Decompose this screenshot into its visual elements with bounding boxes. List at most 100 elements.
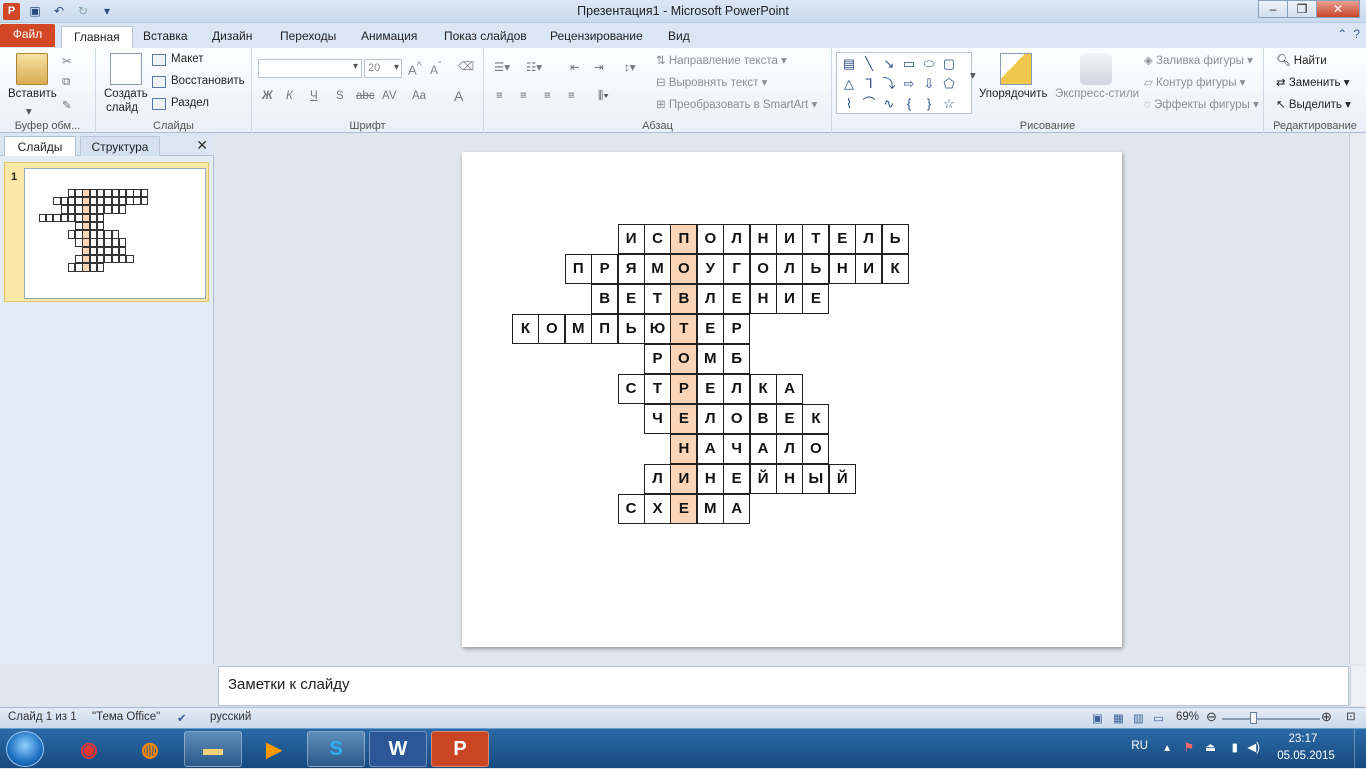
- quick-styles-button[interactable]: Экспресс-стили: [1055, 88, 1139, 100]
- language-indicator[interactable]: RU: [1131, 740, 1148, 752]
- justify-icon[interactable]: ≡: [568, 90, 575, 102]
- action-center-icon[interactable]: ⚑: [1184, 740, 1194, 754]
- rounded-rect-shape-icon[interactable]: ▢: [939, 54, 959, 74]
- zoom-in-icon[interactable]: ⊕: [1321, 709, 1332, 725]
- firefox-icon[interactable]: ◍: [121, 731, 179, 767]
- curve-shape-icon[interactable]: ⌒: [859, 94, 879, 114]
- collapse-ribbon-icon[interactable]: ⌃: [1337, 27, 1347, 41]
- bold-button[interactable]: Ж: [262, 90, 273, 102]
- new-slide-icon[interactable]: [110, 53, 142, 85]
- tab-view[interactable]: Вид: [656, 26, 702, 48]
- slide-sorter-icon[interactable]: ▦: [1113, 711, 1124, 725]
- slide-canvas[interactable]: ИСПОЛНИТЕЛЬПРЯМОУГОЛЬНИКВЕТВЛЕНИЕКОМПЬЮТ…: [462, 152, 1122, 647]
- right-brace-shape-icon[interactable]: }: [919, 94, 939, 114]
- skype-icon[interactable]: S: [307, 731, 365, 767]
- paste-dropdown-icon[interactable]: ▾: [26, 104, 32, 118]
- tab-file[interactable]: Файл: [0, 24, 55, 47]
- right-arrow-shape-icon[interactable]: ⇨: [899, 74, 919, 94]
- minimize-icon[interactable]: –: [1258, 0, 1288, 18]
- tab-design[interactable]: Дизайн: [200, 26, 264, 48]
- normal-view-icon[interactable]: ▣: [1092, 711, 1103, 725]
- numbering-icon[interactable]: ☷▾: [526, 60, 542, 74]
- elbow-arrow-icon[interactable]: ⤵: [879, 74, 899, 94]
- text-direction-button[interactable]: ⇅ Направление текста ▾: [656, 53, 787, 67]
- rectangle-shape-icon[interactable]: ▭: [899, 54, 919, 74]
- star-shape-icon[interactable]: ☆: [939, 94, 959, 114]
- zoom-slider[interactable]: [1222, 718, 1320, 720]
- replace-button[interactable]: ⇄ Заменить ▾: [1276, 75, 1350, 89]
- notes-pane[interactable]: Заметки к слайду: [218, 666, 1349, 706]
- usb-icon[interactable]: ⏏: [1205, 740, 1216, 754]
- new-slide-label[interactable]: Создать: [104, 88, 148, 100]
- shapes-more-icon[interactable]: ▾: [970, 68, 976, 82]
- tab-slides[interactable]: Слайды: [4, 136, 76, 156]
- line-spacing-icon[interactable]: ↕▾: [624, 60, 636, 74]
- reading-view-icon[interactable]: ▥: [1133, 711, 1144, 725]
- align-center-icon[interactable]: ≡: [520, 90, 527, 102]
- volume-icon[interactable]: ◀): [1247, 740, 1260, 754]
- language[interactable]: русский: [210, 711, 251, 723]
- align-left-icon[interactable]: ≡: [496, 90, 503, 102]
- help-icon[interactable]: ?: [1353, 27, 1360, 41]
- theme-name[interactable]: "Тема Office": [92, 711, 160, 723]
- strikethrough-button[interactable]: abc: [356, 90, 375, 102]
- decrease-indent-icon[interactable]: ⇤: [570, 60, 580, 74]
- close-icon[interactable]: ✕: [1316, 0, 1360, 18]
- tab-transitions[interactable]: Переходы: [268, 26, 348, 48]
- font-size-select[interactable]: 20 ▾: [364, 59, 402, 78]
- select-button[interactable]: ↖ Выделить ▾: [1276, 97, 1351, 111]
- bullets-icon[interactable]: ☰▾: [494, 60, 510, 74]
- shapes-gallery[interactable]: ▤ ╲ ↘ ▭ ⬭ ▢ △ ⅂ ⤵ ⇨ ⇩ ⬠ ⌇ ⌒ ∿ { } ☆: [836, 52, 972, 114]
- down-arrow-shape-icon[interactable]: ⇩: [919, 74, 939, 94]
- new-slide-label-2[interactable]: слайд: [106, 102, 138, 114]
- grow-font-icon[interactable]: A^: [408, 60, 422, 77]
- zoom-level[interactable]: 69%: [1176, 711, 1199, 723]
- oval-shape-icon[interactable]: ⬭: [919, 54, 939, 74]
- align-text-button[interactable]: ⊟ Выровнять текст ▾: [656, 75, 767, 89]
- clock-time[interactable]: 23:17: [1280, 733, 1326, 745]
- slide-thumbnail[interactable]: [24, 168, 206, 299]
- vertical-scrollbar[interactable]: [1349, 134, 1366, 664]
- find-button[interactable]: 🔍︎ Найти: [1276, 53, 1327, 67]
- font-family-select[interactable]: ▾: [258, 59, 362, 78]
- format-painter-icon[interactable]: ✎: [62, 98, 72, 112]
- left-brace-shape-icon[interactable]: {: [899, 94, 919, 114]
- shape-outline-button[interactable]: ▱ Контур фигуры ▾: [1144, 75, 1245, 89]
- powerpoint-taskbar-icon[interactable]: P: [431, 731, 489, 767]
- notes-scrollbar[interactable]: [1350, 666, 1366, 706]
- arrow-line-shape-icon[interactable]: ↘: [879, 54, 899, 74]
- change-case-button[interactable]: Aa: [412, 90, 426, 102]
- slideshow-view-icon[interactable]: ▭: [1153, 711, 1164, 725]
- zoom-slider-thumb[interactable]: [1250, 712, 1257, 724]
- slide-thumbnail-selected[interactable]: 1: [4, 162, 209, 302]
- clock-date[interactable]: 05.05.2015: [1270, 750, 1342, 762]
- quick-styles-icon[interactable]: [1080, 53, 1112, 85]
- shape-effects-button[interactable]: ◌ Эффекты фигуры ▾: [1144, 97, 1259, 111]
- underline-button[interactable]: Ч: [310, 90, 318, 102]
- copy-icon[interactable]: ⧉: [62, 76, 70, 89]
- tab-outline[interactable]: Структура: [80, 136, 160, 156]
- italic-button[interactable]: К: [286, 90, 293, 102]
- tab-slideshow[interactable]: Показ слайдов: [432, 26, 539, 48]
- clear-format-icon[interactable]: ⌫: [458, 59, 474, 73]
- word-icon[interactable]: W: [369, 731, 427, 767]
- textbox-shape-icon[interactable]: ▤: [839, 54, 859, 74]
- maximize-icon[interactable]: ❐: [1287, 0, 1317, 18]
- columns-icon[interactable]: ⫼▾: [598, 90, 609, 103]
- increase-indent-icon[interactable]: ⇥: [594, 60, 604, 74]
- wave-shape-icon[interactable]: ∿: [879, 94, 899, 114]
- show-hidden-icons[interactable]: ▴: [1164, 740, 1170, 754]
- show-desktop-button[interactable]: [1354, 729, 1366, 769]
- font-color-button[interactable]: A: [454, 88, 463, 104]
- line-shape-icon[interactable]: ╲: [859, 54, 879, 74]
- chrome-icon[interactable]: ◉: [60, 731, 118, 767]
- flowchart-shape-icon[interactable]: ⬠: [939, 74, 959, 94]
- elbow-connector-icon[interactable]: ⅂: [859, 74, 879, 94]
- triangle-shape-icon[interactable]: △: [839, 74, 859, 94]
- explorer-icon[interactable]: ▬: [184, 731, 242, 767]
- reset-button[interactable]: Восстановить: [171, 75, 245, 87]
- fit-to-window-icon[interactable]: ⊡: [1346, 709, 1356, 723]
- section-button[interactable]: Раздел: [171, 97, 209, 109]
- spellcheck-icon[interactable]: ✔: [177, 711, 187, 725]
- tab-home[interactable]: Главная: [61, 26, 133, 48]
